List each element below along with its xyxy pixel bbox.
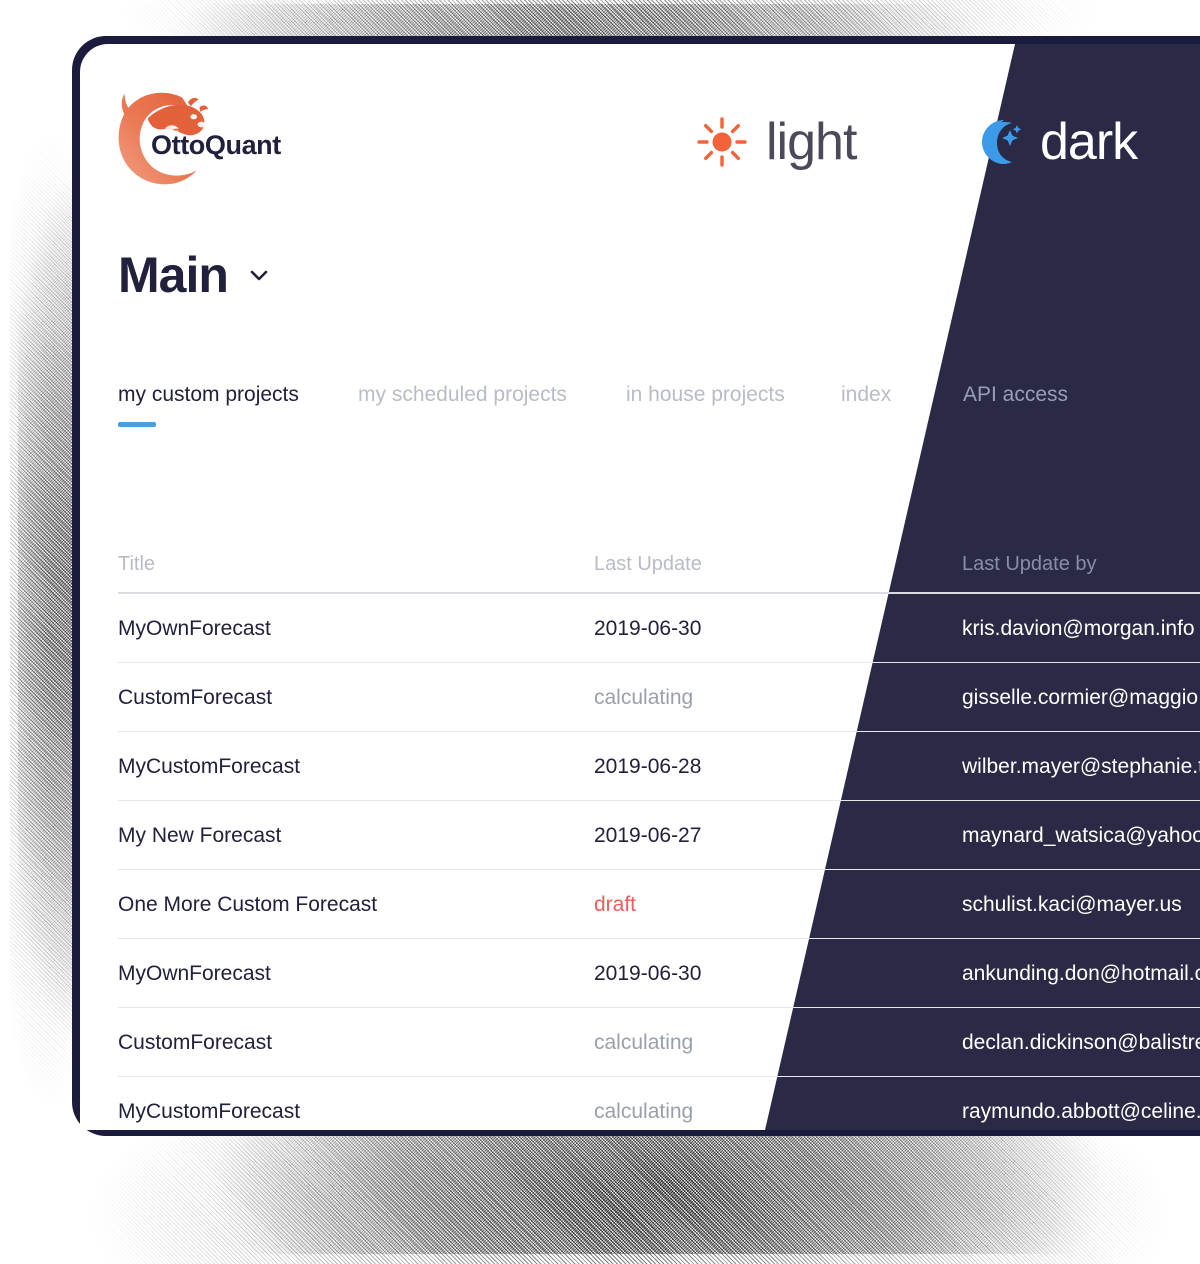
cell-title: CustomForecast — [118, 1030, 273, 1054]
cell-title: MyCustomForecast — [118, 1099, 301, 1123]
cell-last-update: 2019-06-27 — [594, 823, 702, 847]
table-row[interactable]: CustomForecast calculating declan.dickin… — [80, 1008, 1200, 1077]
projects-table: Title Last Update Last Update by MyOwnFo… — [80, 534, 1200, 1130]
brand-name: OttoQuant — [151, 130, 281, 160]
tab-index[interactable]: index — [841, 384, 891, 405]
theme-light-label: light — [766, 113, 857, 171]
tab-my-scheduled-projects[interactable]: my scheduled projects — [358, 384, 567, 405]
cell-last-update-by: gisselle.cormier@maggio.com — [962, 685, 1200, 709]
cell-title: MyCustomForecast — [118, 754, 301, 778]
cell-last-update-by: declan.dickinson@balistreri.com — [962, 1030, 1200, 1054]
table-row[interactable]: MyOwnForecast 2019-06-30 ankunding.don@h… — [80, 939, 1200, 1008]
column-header-last-update: Last Update — [594, 552, 702, 575]
screenshot-stage: OttoQuant light dark Main my custom proj… — [0, 0, 1200, 1264]
cell-title: MyOwnForecast — [118, 616, 271, 640]
chevron-down-icon[interactable] — [246, 262, 272, 288]
theme-toggle-dark[interactable]: dark — [970, 113, 1138, 171]
cell-last-update-by: maynard_watsica@yahoo.com — [962, 823, 1200, 847]
tab-api-access[interactable]: API access — [963, 384, 1068, 405]
active-tab-underline — [118, 422, 156, 427]
cell-last-update-by: schulist.kaci@mayer.us — [962, 892, 1182, 916]
table-row[interactable]: MyOwnForecast 2019-06-30 kris.davion@mor… — [80, 594, 1200, 663]
table-row[interactable]: My New Forecast 2019-06-27 maynard_watsi… — [80, 801, 1200, 870]
cell-title: MyOwnForecast — [118, 961, 271, 985]
cell-last-update-by: wilber.mayer@stephanie.tv — [962, 754, 1200, 778]
app-window: OttoQuant light dark Main my custom proj… — [80, 44, 1200, 1130]
cell-last-update: calculating — [594, 1030, 694, 1054]
cell-last-update: 2019-06-28 — [594, 754, 702, 778]
table-row[interactable]: MyCustomForecast 2019-06-28 wilber.mayer… — [80, 732, 1200, 801]
moon-stars-icon — [970, 116, 1022, 168]
cell-last-update: calculating — [594, 1099, 694, 1123]
page-title: Main — [118, 247, 229, 303]
cell-last-update-draft-badge: draft — [594, 892, 637, 916]
theme-toggle-light[interactable]: light — [696, 113, 857, 171]
theme-dark-label: dark — [1040, 113, 1138, 171]
cell-last-update-by: ankunding.don@hotmail.com — [962, 961, 1200, 985]
workspace-selector[interactable]: Main — [118, 250, 272, 300]
table-row[interactable]: CustomForecast calculating gisselle.corm… — [80, 663, 1200, 732]
cell-last-update: 2019-06-30 — [594, 616, 702, 640]
column-header-last-update-by: Last Update by — [962, 552, 1097, 575]
brand-logo[interactable]: OttoQuant — [115, 86, 305, 191]
cell-title: One More Custom Forecast — [118, 892, 378, 916]
table-row[interactable]: MyCustomForecast calculating raymundo.ab… — [80, 1077, 1200, 1130]
cell-title: CustomForecast — [118, 685, 273, 709]
column-header-title: Title — [118, 552, 156, 575]
table-header-row: Title Last Update Last Update by — [80, 534, 1200, 594]
cell-last-update-by: kris.davion@morgan.info — [962, 616, 1195, 640]
cell-last-update: calculating — [594, 685, 694, 709]
sun-icon — [696, 116, 748, 168]
cell-title: My New Forecast — [118, 823, 282, 847]
table-row[interactable]: One More Custom Forecast draft schulist.… — [80, 870, 1200, 939]
cell-last-update: 2019-06-30 — [594, 961, 702, 985]
tab-in-house-projects[interactable]: in house projects — [626, 384, 785, 405]
cell-last-update-by: raymundo.abbott@celine.net — [962, 1099, 1200, 1123]
tab-my-custom-projects[interactable]: my custom projects — [118, 384, 299, 405]
project-tabs: my custom projects my scheduled projects… — [118, 384, 1200, 444]
